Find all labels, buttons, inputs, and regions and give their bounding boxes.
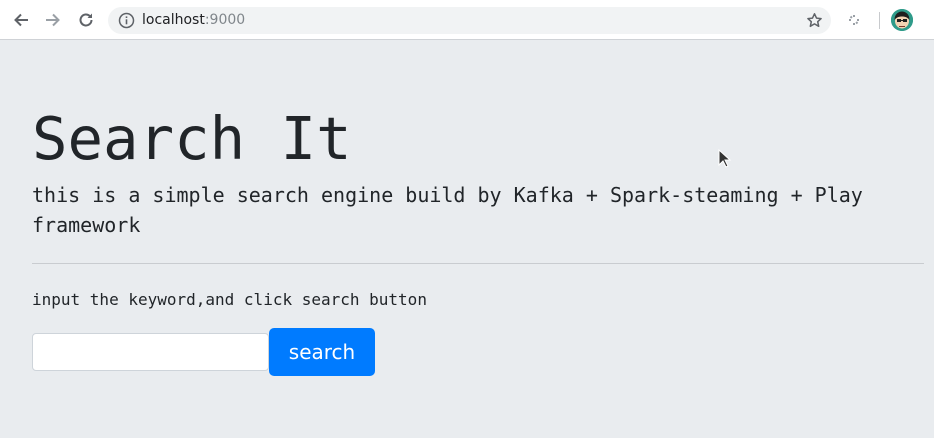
page-title: Search It: [32, 104, 352, 173]
arrow-right-icon: [46, 13, 60, 27]
url-text[interactable]: localhost:9000: [142, 12, 245, 29]
avatar[interactable]: [891, 9, 913, 31]
address-bar[interactable]: localhost:9000: [108, 7, 831, 34]
back-button[interactable]: [9, 8, 33, 32]
mouse-cursor-icon: [718, 149, 732, 168]
arrow-left-icon: [14, 13, 28, 27]
instruction-text: input the keyword,and click search butto…: [32, 290, 427, 309]
search-input[interactable]: [32, 333, 269, 371]
info-icon[interactable]: [118, 12, 135, 29]
url-host: localhost: [142, 12, 205, 28]
reload-icon: [79, 13, 93, 27]
lead-text: this is a simple search engine build by …: [32, 183, 863, 237]
search-button[interactable]: search: [269, 328, 375, 376]
browser-toolbar: localhost:9000: [0, 0, 934, 40]
url-port: :9000: [204, 12, 246, 28]
toolbar-divider: [879, 12, 880, 29]
profile-avatar-icon: [891, 9, 913, 31]
divider: [32, 263, 924, 264]
extension-icon[interactable]: [845, 11, 863, 29]
forward-button[interactable]: [41, 8, 65, 32]
reload-button[interactable]: [74, 8, 98, 32]
star-icon[interactable]: [806, 12, 823, 29]
